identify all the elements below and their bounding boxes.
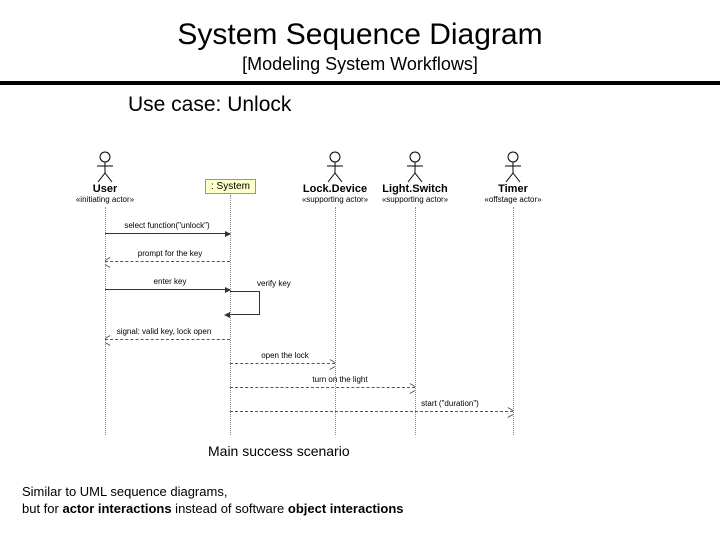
divider — [0, 81, 720, 85]
actor-timer: Timer «offstage actor» — [473, 151, 553, 204]
msg-signal-valid: signal: valid key, lock open — [99, 327, 229, 336]
actor-user-name: User — [65, 183, 145, 195]
stick-figure-icon — [403, 151, 427, 183]
page-title: System Sequence Diagram — [0, 0, 720, 52]
msg-prompt-key: prompt for the key — [115, 249, 225, 258]
footnote-2a: but for — [22, 501, 62, 516]
lifeline-lock — [335, 207, 336, 435]
system-object: : System — [205, 179, 256, 194]
msg-verify-key: verify key — [257, 279, 291, 288]
msg-enter-key: enter key — [135, 277, 205, 286]
usecase-label: Use case: Unlock — [128, 93, 720, 117]
diagram-caption: Main success scenario — [208, 443, 350, 459]
stick-figure-icon — [323, 151, 347, 183]
lifeline-user — [105, 207, 106, 435]
page-subtitle: [Modeling System Workflows] — [0, 54, 720, 75]
lifeline-timer — [513, 207, 514, 435]
sequence-diagram: User «initiating actor» Lock.Device «sup… — [85, 151, 595, 441]
actor-light-stereo: «supporting actor» — [375, 195, 455, 204]
stick-figure-icon — [93, 151, 117, 183]
arrow-m5 — [105, 339, 230, 340]
actor-user: User «initiating actor» — [65, 151, 145, 204]
actor-timer-stereo: «offstage actor» — [473, 195, 553, 204]
footnote-line1: Similar to UML sequence diagrams, — [22, 484, 227, 499]
msg-turn-on-light: turn on the light — [285, 375, 395, 384]
arrow-m3 — [105, 289, 230, 290]
self-call-arrowhead — [224, 312, 230, 318]
actor-lock-name: Lock.Device — [295, 183, 375, 195]
arrow-m1 — [105, 233, 230, 234]
msg-open-lock: open the lock — [240, 351, 330, 360]
footnote-2c: instead of software — [172, 501, 288, 516]
stick-figure-icon — [501, 151, 525, 183]
actor-lock: Lock.Device «supporting actor» — [295, 151, 375, 204]
footnote: Similar to UML sequence diagrams, but fo… — [22, 484, 403, 518]
actor-lock-stereo: «supporting actor» — [295, 195, 375, 204]
actor-light-name: Light.Switch — [375, 183, 455, 195]
arrow-m6 — [230, 363, 335, 364]
msg-select-function: select function("unlock") — [107, 221, 227, 230]
footnote-2d: object interactions — [288, 501, 404, 516]
actor-light: Light.Switch «supporting actor» — [375, 151, 455, 204]
footnote-2b: actor interactions — [62, 501, 171, 516]
self-call-box — [230, 291, 260, 315]
arrow-m7 — [230, 387, 415, 388]
arrow-m2 — [105, 261, 230, 262]
actor-user-stereo: «initiating actor» — [65, 195, 145, 204]
actor-timer-name: Timer — [473, 183, 553, 195]
msg-start-duration: start ("duration") — [395, 399, 505, 408]
arrow-m8 — [230, 411, 513, 412]
